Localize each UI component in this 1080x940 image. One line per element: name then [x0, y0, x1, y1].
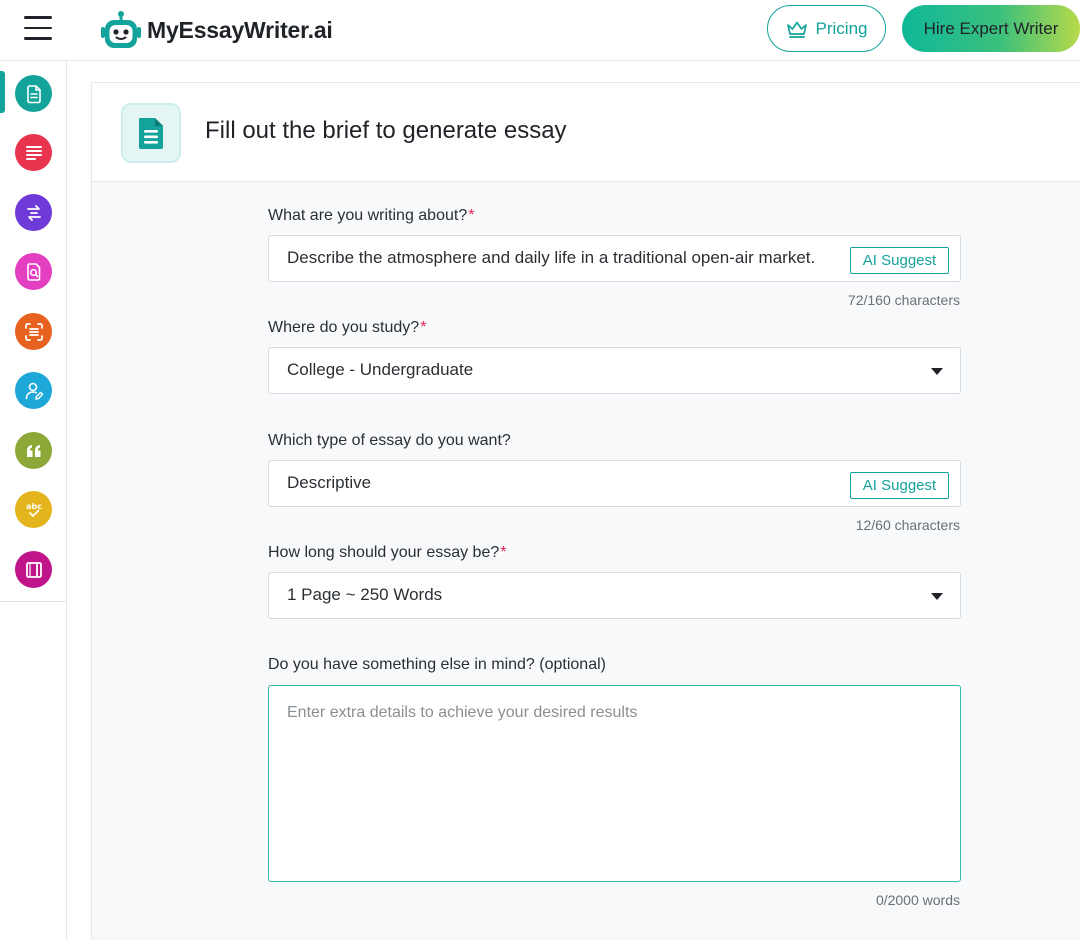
panel-header: Fill out the brief to generate essay [92, 83, 1080, 182]
extra-details-label: Do you have something else in mind? (opt… [268, 656, 606, 674]
extra-details-textarea[interactable]: Enter extra details to achieve your desi… [268, 685, 961, 882]
extra-details-label-text: Do you have something else in mind? (opt… [268, 656, 606, 673]
topic-value: Describe the atmosphere and daily life i… [287, 248, 816, 267]
extra-details-placeholder: Enter extra details to achieve your desi… [287, 704, 638, 721]
essay-type-label: Which type of essay do you want? [268, 432, 511, 450]
essay-length-label: How long should your essay be?* [268, 544, 506, 562]
brand-logo[interactable]: MyEssayWriter.ai [100, 8, 333, 52]
sidebar-item-summarizer[interactable] [15, 313, 52, 350]
svg-text:abc: abc [26, 502, 42, 511]
essay-type-character-counter: 12/60 characters [855, 517, 960, 533]
swap-lines-icon [26, 204, 41, 221]
sidebar-item-plagiarism-checker[interactable] [15, 253, 52, 290]
essay-brief-panel: Fill out the brief to generate essay Wha… [91, 82, 1080, 940]
hamburger-menu-icon[interactable] [24, 16, 52, 40]
required-mark: * [468, 207, 475, 224]
pricing-button[interactable]: Pricing [767, 5, 886, 52]
book-icon [25, 561, 42, 578]
scan-text-icon [24, 322, 43, 341]
essay-document-icon [121, 103, 181, 163]
essay-type-value: Descriptive [287, 473, 372, 492]
text-lines-icon [25, 145, 42, 160]
sidebar-item-rephraser[interactable] [15, 194, 52, 231]
topic-input[interactable]: Describe the atmosphere and daily life i… [268, 235, 961, 282]
topic-label-text: What are you writing about? [268, 207, 468, 224]
essay-length-value: 1 Page ~ 250 Words [287, 585, 443, 604]
dropdown-caret-icon [931, 368, 943, 375]
document-icon [26, 84, 41, 103]
topic-label: What are you writing about?* [268, 207, 474, 225]
document-search-icon [26, 262, 40, 281]
crown-icon [786, 21, 807, 38]
topic-ai-suggest-button[interactable]: AI Suggest [850, 247, 949, 274]
sidebar-item-citation-generator[interactable] [15, 432, 52, 469]
study-label: Where do you study?* [268, 319, 426, 337]
robot-logo-icon [101, 11, 141, 48]
required-mark: * [500, 544, 507, 561]
page-title: Fill out the brief to generate essay [205, 117, 567, 144]
brand-name: MyEssayWriter.ai [147, 16, 333, 43]
study-level-value: College - Undergraduate [287, 360, 474, 379]
essay-type-ai-suggest-button[interactable]: AI Suggest [850, 472, 949, 499]
pricing-label: Pricing [815, 18, 868, 38]
required-mark: * [420, 319, 427, 336]
study-label-text: Where do you study? [268, 319, 420, 336]
tool-sidebar: abc [0, 61, 67, 940]
top-bar: MyEssayWriter.ai Pricing Hire Expert Wri… [0, 0, 1080, 61]
sidebar-item-paragraph-writer[interactable] [15, 134, 52, 171]
sidebar-item-essay-writer[interactable] [15, 75, 52, 112]
essay-type-input[interactable]: Descriptive AI Suggest [268, 460, 961, 507]
sidebar-item-book-tool[interactable] [15, 551, 52, 588]
sidebar-item-humanizer[interactable] [15, 372, 52, 409]
active-indicator [0, 71, 5, 113]
user-edit-icon [25, 382, 43, 400]
hire-label: Hire Expert Writer [923, 18, 1059, 38]
abc-check-icon: abc [26, 502, 42, 517]
extra-details-word-counter: 0/2000 words [875, 892, 960, 908]
topic-character-counter: 72/160 characters [847, 292, 960, 308]
sidebar-item-grammar-checker[interactable]: abc [15, 491, 52, 528]
sidebar-divider [0, 601, 66, 602]
quote-icon [26, 444, 40, 457]
essay-type-label-text: Which type of essay do you want? [268, 432, 511, 449]
hire-expert-writer-button[interactable]: Hire Expert Writer [902, 5, 1080, 52]
essay-length-label-text: How long should your essay be? [268, 544, 500, 561]
essay-length-select[interactable]: 1 Page ~ 250 Words [268, 572, 961, 619]
study-level-select[interactable]: College - Undergraduate [268, 347, 961, 394]
dropdown-caret-icon [931, 593, 943, 600]
